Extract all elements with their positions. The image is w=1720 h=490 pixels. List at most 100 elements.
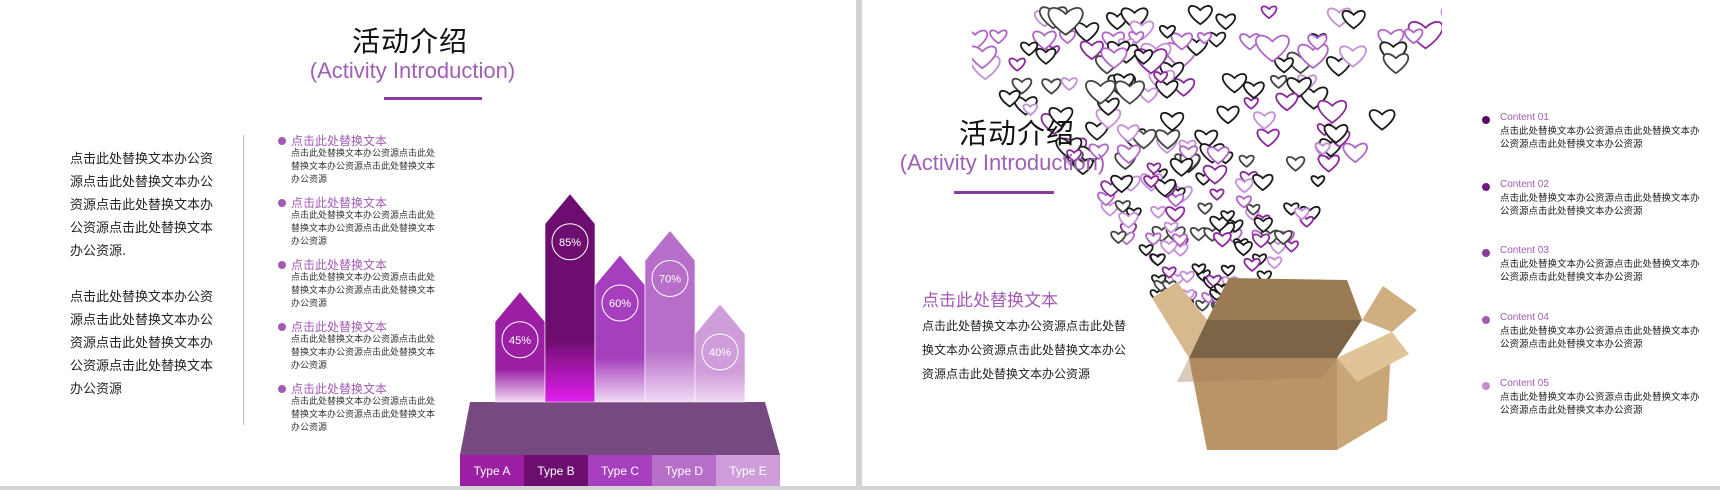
- left-title-en: (Activity Introduction): [309, 58, 516, 83]
- divider-line: [243, 135, 244, 425]
- content-dot: [1482, 382, 1490, 390]
- heart-icon: [1008, 57, 1026, 72]
- bar-arrow: [494, 291, 546, 403]
- heart-icon: [1255, 34, 1290, 63]
- heart-icon: [1235, 178, 1254, 194]
- bar-arrow: [594, 254, 646, 403]
- left-slide: 活动介绍 (Activity Introduction) 点击此处替换文本办公资…: [0, 0, 856, 486]
- value-label: 40%: [709, 347, 731, 359]
- bar-arrow: [644, 230, 696, 403]
- category-label: Type B: [537, 464, 574, 478]
- bullet-heading: 点击此处替换文本: [291, 134, 388, 148]
- heart-icon: [1187, 5, 1213, 26]
- content-dot: [1482, 182, 1490, 191]
- heart-icon: [1341, 10, 1366, 30]
- heart-icon: [1286, 156, 1306, 172]
- content-body: 点击此处替换文本办公资源点击此处替换文本办公资源点击此处替换文本办公资源: [1500, 392, 1700, 416]
- bullet-body: 点击此处替换文本办公资源点击此处替换文本办公资源点击此处替换文本办公资源: [291, 211, 436, 247]
- content-title: Content 02: [1500, 178, 1549, 190]
- heart-icon: [989, 29, 1008, 45]
- category-label: Type D: [665, 464, 703, 478]
- heart-icon: [1260, 5, 1278, 20]
- heart-icon: [1368, 109, 1396, 131]
- open-box-icon: [1152, 278, 1417, 450]
- right-sub-body: 点击此处替换文本办公资源点击此处替换文本办公资源点击此处替换文本办公资源点击此处…: [922, 319, 1127, 381]
- heart-icon: [1252, 111, 1276, 130]
- bullet-dot: [278, 199, 286, 207]
- heart-icon: [1317, 154, 1340, 173]
- heart-icon: [1342, 142, 1368, 164]
- bullet-body: 点击此处替换文本办公资源点击此处替换文本办公资源点击此处替换文本办公资源: [291, 273, 436, 309]
- bullet-dot: [278, 385, 286, 393]
- bullet-heading: 点击此处替换文本: [291, 382, 388, 396]
- heart-icon: [1216, 105, 1240, 125]
- bullet-dot: [278, 261, 286, 269]
- heart-icon: [1150, 205, 1166, 219]
- heart-icon: [1274, 57, 1294, 74]
- heart-icon: [1035, 47, 1057, 65]
- heart-icon: [1074, 22, 1100, 43]
- content-dot: [1482, 315, 1490, 324]
- arrow-bar-chart: 45% Type A 85% Type B 60% Type C 70% Type D 40% T…: [460, 193, 780, 486]
- content-title: Content 04: [1500, 311, 1549, 323]
- right-title-underline: [954, 191, 1054, 194]
- bullet-dot: [278, 137, 286, 145]
- heart-icon: [1317, 100, 1348, 124]
- right-slide: 活动介绍 (Activity Introduction) 点击此处替换文本 点击…: [862, 0, 1720, 486]
- bullet-dot: [278, 323, 286, 331]
- heart-icon: [1212, 232, 1232, 248]
- category-label: Type A: [474, 464, 511, 478]
- heart-icon: [1310, 175, 1326, 188]
- bullet-heading: 点击此处替换文本: [291, 320, 388, 334]
- bullet-body: 点击此处替换文本办公资源点击此处替换文本办公资源点击此处替换文本办公资源: [291, 149, 436, 185]
- heart-icon: [1145, 232, 1162, 246]
- heart-icon: [1197, 202, 1213, 215]
- heart-icon: [1266, 256, 1283, 270]
- value-label: 70%: [659, 274, 681, 286]
- heart-icon: [1252, 173, 1274, 192]
- category-label: Type E: [729, 464, 766, 478]
- heart-icon: [1238, 154, 1255, 168]
- value-label: 60%: [609, 298, 631, 310]
- bar-arrow: [544, 193, 596, 403]
- content-dot: [1482, 249, 1490, 257]
- heart-icon: [1160, 112, 1185, 132]
- content-body: 点击此处替换文本办公资源点击此处替换文本办公资源点击此处替换文本办公资源: [1500, 259, 1700, 283]
- right-title-cn: 活动介绍: [958, 117, 1075, 150]
- content-body: 点击此处替换文本办公资源点击此处替换文本办公资源点击此处替换文本办公资源: [1500, 325, 1700, 350]
- content-body: 点击此处替换文本办公资源点击此处替换文本办公资源点击此处替换文本办公资源: [1500, 192, 1700, 217]
- heart-icon: [1209, 188, 1225, 201]
- content-body: 点击此处替换文本办公资源点击此处替换文本办公资源点击此处替换文本办公资源: [1500, 126, 1700, 150]
- heart-icon: [1275, 92, 1299, 112]
- heart-icon: [1284, 240, 1299, 253]
- bullet-body: 点击此处替换文本办公资源点击此处替换文本办公资源点击此处替换文本办公资源: [291, 335, 436, 371]
- heart-icon: [1041, 78, 1062, 95]
- left-paragraph-1: 点击此处替换文本办公资源点击此处替换文本办公资源点击此处替换文本办公资源点击此处…: [70, 152, 214, 259]
- heart-icon: [1256, 128, 1280, 148]
- heart-icon: [1251, 233, 1271, 249]
- right-sub-heading: 点击此处替换文本: [922, 291, 1058, 311]
- heart-icon: [1167, 193, 1185, 208]
- heart-icon: [1060, 77, 1078, 92]
- bullet-body: 点击此处替换文本办公资源点击此处替换文本办公资源点击此处替换文本办公资源: [291, 397, 436, 433]
- category-label: Type C: [601, 464, 639, 478]
- content-title: Content 03: [1500, 245, 1549, 256]
- bullet-heading: 点击此处替换文本: [291, 196, 388, 210]
- content-title: Content 05: [1500, 378, 1549, 389]
- content-title: Content 01: [1500, 112, 1549, 123]
- heart-icon: [1243, 81, 1265, 100]
- right-title-en: (Activity Introduction): [899, 150, 1106, 175]
- heart-icon: [1234, 241, 1253, 257]
- chart-floor: [460, 402, 780, 455]
- heart-icon: [1215, 13, 1236, 31]
- heart-icon: [1149, 253, 1166, 267]
- bullet-heading: 点击此处替换文本: [291, 258, 388, 272]
- heart-icon: [1020, 41, 1039, 57]
- heart-icon: [1221, 73, 1248, 94]
- heart-icon: [1253, 217, 1273, 233]
- value-label: 45%: [509, 335, 531, 347]
- left-paragraph-2: 点击此处替换文本办公资源点击此处替换文本办公资源点击此处替换文本办公资源点击此处…: [70, 290, 214, 397]
- heart-icon: [1270, 74, 1288, 89]
- heart-icon: [1165, 206, 1186, 223]
- heart-icon: [1243, 97, 1259, 110]
